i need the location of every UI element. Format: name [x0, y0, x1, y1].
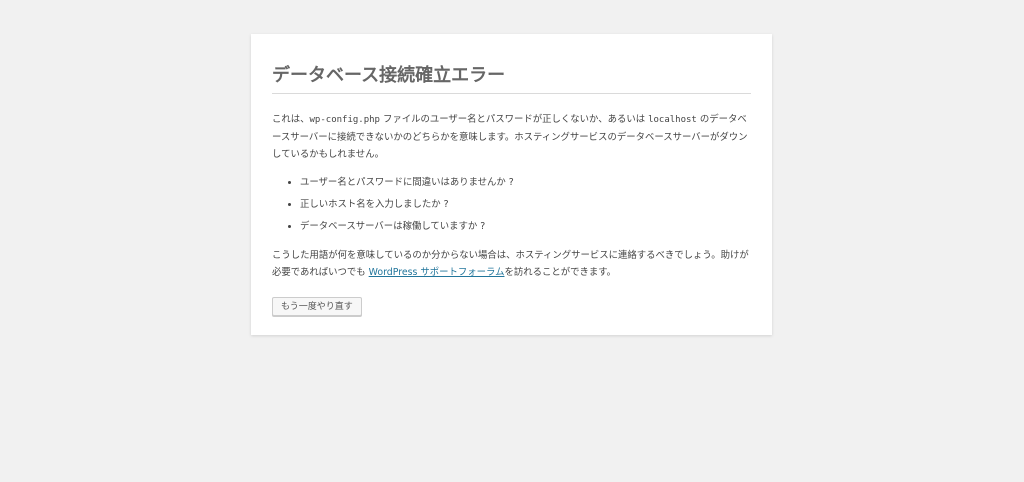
- error-description: これは、wp-config.php ファイルのユーザー名とパスワードが正しくない…: [272, 111, 751, 163]
- retry-button[interactable]: もう一度やり直す: [272, 297, 362, 316]
- help-text: こうした用語が何を意味しているのか分からない場合は、ホスティングサービスに連絡す…: [272, 247, 751, 281]
- intro-text-1: これは、: [272, 114, 310, 125]
- checklist-item: データベースサーバーは稼働していますか ?: [300, 218, 751, 235]
- checklist-item: 正しいホスト名を入力しましたか ?: [300, 196, 751, 213]
- support-forum-link[interactable]: WordPress サポートフォーラム: [369, 267, 505, 278]
- checklist: ユーザー名とパスワードに間違いはありませんか ? 正しいホスト名を入力しましたか…: [272, 174, 751, 235]
- intro-text-2: ファイルのユーザー名とパスワードが正しくないか、あるいは: [379, 114, 649, 125]
- page-title: データベース接続確立エラー: [272, 63, 751, 94]
- db-host: localhost: [648, 115, 697, 125]
- error-card: データベース接続確立エラー これは、wp-config.php ファイルのユーザ…: [251, 34, 772, 335]
- checklist-item: ユーザー名とパスワードに間違いはありませんか ?: [300, 174, 751, 191]
- config-filename: wp-config.php: [309, 115, 380, 125]
- help-text-2: を訪れることができます。: [504, 267, 617, 278]
